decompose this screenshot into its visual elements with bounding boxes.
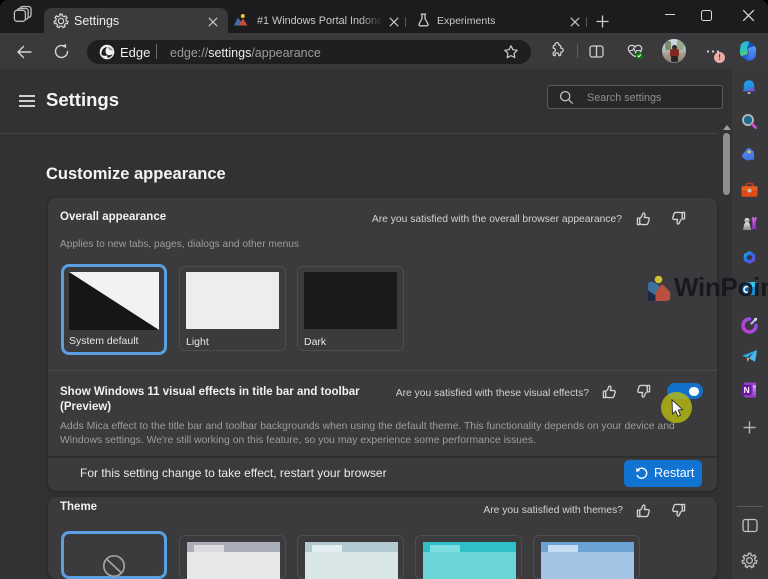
- svg-text:N: N: [744, 385, 750, 395]
